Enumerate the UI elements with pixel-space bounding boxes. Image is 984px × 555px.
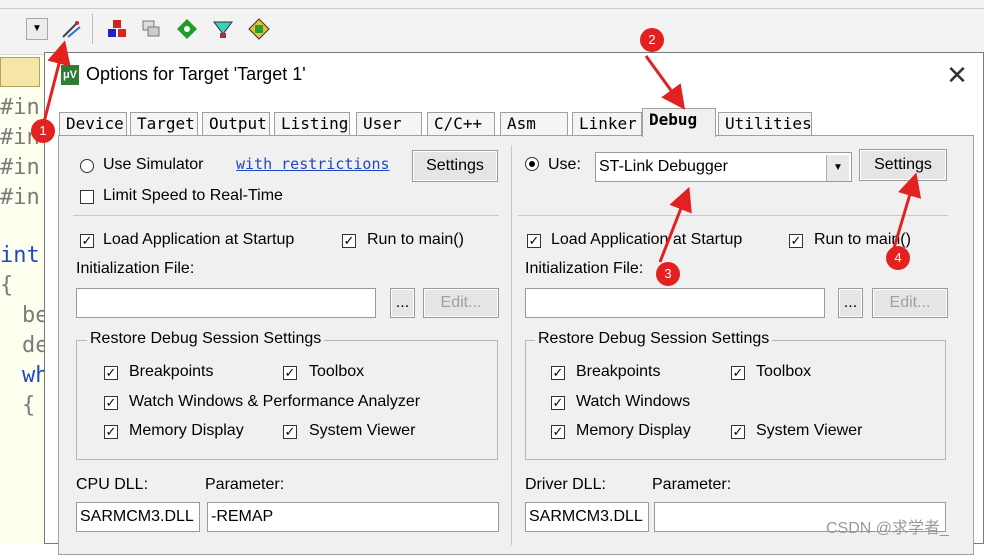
step-marker-1: 1 (31, 119, 55, 143)
step-marker-3: 3 (656, 262, 680, 286)
arrow-2 (644, 55, 686, 110)
arrow-1 (42, 40, 71, 123)
annotation-arrows (42, 40, 922, 263)
arrow-4 (892, 172, 922, 249)
step-marker-2: 2 (640, 28, 664, 52)
arrow-3 (658, 186, 692, 263)
step-marker-4: 4 (886, 246, 910, 270)
